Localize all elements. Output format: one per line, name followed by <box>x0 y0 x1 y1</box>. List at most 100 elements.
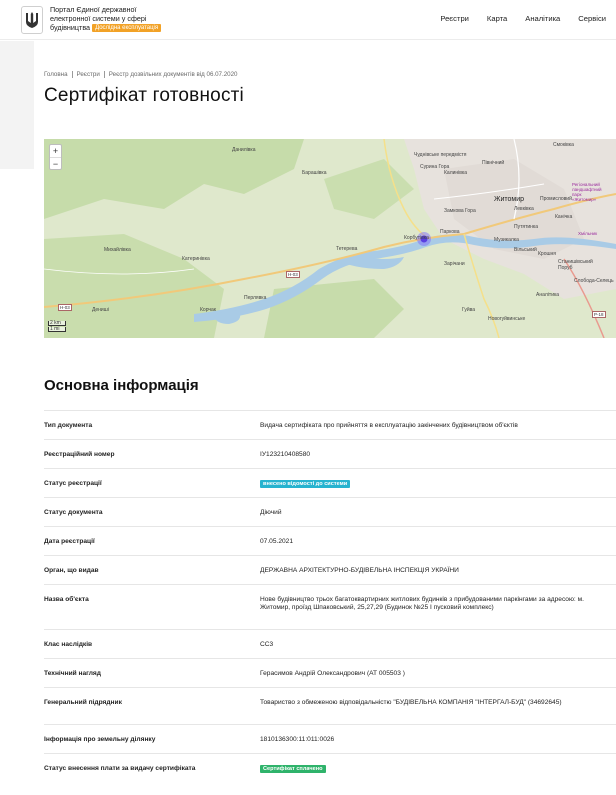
row-value: внесено відомості до системи <box>260 480 590 488</box>
location-map[interactable]: + − 2 km 1 mi Чуднівське передмістя Півн… <box>44 139 616 338</box>
portal-name-line: будівництва <box>50 23 91 32</box>
map-label: Північний <box>482 160 505 166</box>
map-label: Музикалка <box>494 237 519 243</box>
map-label: Путятинка <box>514 224 539 230</box>
map-scale: 2 km 1 mi <box>48 321 66 333</box>
table-row: Дата реєстрації 07.05.2021 <box>44 526 616 555</box>
map-label: Калинівка <box>444 170 468 176</box>
map-canvas <box>44 139 616 338</box>
table-row: Тип документа Видача сертифіката про прий… <box>44 410 616 439</box>
breadcrumb: Головна Реєстри Реєстр дозвільних докуме… <box>44 71 237 78</box>
table-row: Назва об'єкта Нове будівництво трьох бага… <box>44 584 616 629</box>
row-label: Клас наслідків <box>44 641 93 648</box>
zoom-out-button[interactable]: − <box>50 157 61 169</box>
table-row: Статус документа Діючий <box>44 497 616 526</box>
road-shield: P-18 <box>592 311 606 318</box>
map-label: Левківка <box>514 206 534 212</box>
page-title: Сертифікат готовності <box>44 85 244 106</box>
map-label: Канічка <box>555 214 573 220</box>
main-nav: Реєстри Карта Аналітика Сервіси <box>422 14 606 23</box>
row-value: ДЕРЖАВНА АРХІТЕКТУРНО-БУДІВЕЛЬНА ІНСПЕКЦ… <box>260 567 459 574</box>
section-title: Основна інформація <box>44 377 199 394</box>
map-label-park: Хмільник <box>578 231 598 236</box>
map-label: Станишівський Поруб <box>558 259 593 271</box>
row-label: Назва об'єкта <box>44 596 89 603</box>
table-row: Реєстраційний номер IУ123210408580 <box>44 439 616 468</box>
row-label: Технічний нагляд <box>44 670 101 677</box>
breadcrumb-home[interactable]: Головна <box>44 71 68 78</box>
row-value: Видача сертифіката про прийняття в експл… <box>260 422 518 429</box>
map-label: Дениші <box>92 307 109 313</box>
nav-registries[interactable]: Реєстри <box>440 14 469 23</box>
road-shield: H-03 <box>286 271 300 278</box>
map-label: Михайлівка <box>104 247 131 253</box>
map-label: Смоківка <box>553 142 574 148</box>
map-label: Барашівка <box>302 170 327 176</box>
row-value: 1810136300:11:011:0026 <box>260 736 335 743</box>
row-label: Статус внесення плати за видачу сертифік… <box>44 765 196 772</box>
map-label: Крошня <box>538 251 556 257</box>
map-label: Замкова Гора <box>444 208 476 214</box>
status-badge: внесено відомості до системи <box>260 480 351 488</box>
nav-analytics[interactable]: Аналітика <box>525 14 560 23</box>
map-label: Слобода-Селець <box>574 278 614 284</box>
scale-mi: 1 mi <box>48 327 66 332</box>
row-label: Тип документа <box>44 422 93 429</box>
breadcrumb-separator <box>71 71 73 78</box>
map-label: Вільський <box>514 247 537 253</box>
nav-map[interactable]: Карта <box>487 14 507 23</box>
map-label-city: Житомир <box>494 196 525 203</box>
site-header: Портал Єдиної державної електронної сист… <box>0 0 616 40</box>
map-label: Гуйва <box>462 307 476 313</box>
table-row: Технічний нагляд Герасимов Андрій Олексан… <box>44 658 616 687</box>
map-label: Тетерева <box>336 246 358 252</box>
portal-name-line: Портал Єдиної державної <box>50 5 137 14</box>
portal-name-line: електронної системи у сфері <box>50 14 147 23</box>
row-value: IУ123210408580 <box>260 451 311 458</box>
breadcrumb-registries[interactable]: Реєстри <box>77 71 100 78</box>
row-label: Статус реєстрації <box>44 480 102 487</box>
map-label: Чуднівське передмістя <box>414 152 467 158</box>
row-value: Нове будівництво трьох багатоквартирних … <box>260 596 584 611</box>
row-label: Інформація про земельну ділянку <box>44 736 156 743</box>
map-label: Паркова <box>440 229 460 235</box>
row-value: Товариство з обмеженою відповідальністю … <box>260 699 562 706</box>
table-row: Статус внесення плати за видачу сертифік… <box>44 753 616 783</box>
zoom-control: + − <box>49 144 62 170</box>
row-value: Сертифікат сплачено <box>260 765 590 773</box>
breadcrumb-current: Реєстр дозвільних документів від 06.07.2… <box>108 71 238 78</box>
table-row: Клас наслідків СС3 <box>44 629 616 658</box>
nav-services[interactable]: Сервіси <box>578 14 606 23</box>
trident-icon <box>26 12 38 28</box>
row-label: Реєстраційний номер <box>44 451 115 458</box>
beta-badge: Дослідна експлуатація <box>92 24 162 33</box>
row-value: Герасимов Андрій Олександрович (АТ 00550… <box>260 670 405 677</box>
map-label: Новогуйвинське <box>488 316 526 322</box>
map-label: Перлявка <box>244 295 267 301</box>
portal-name[interactable]: Портал Єдиної державної електронної сист… <box>50 5 180 33</box>
table-row: Статус реєстрації внесено відомості до си… <box>44 468 616 497</box>
table-row: Інформація про земельну ділянку 181013630… <box>44 724 616 753</box>
row-value: 07.05.2021 <box>260 538 294 545</box>
zoom-in-button[interactable]: + <box>50 145 61 157</box>
row-label: Дата реєстрації <box>44 538 95 545</box>
map-label-park: Регіональний ландшафтний парк «Житомир» <box>572 182 602 202</box>
map-label: Корчак <box>200 307 216 313</box>
row-label: Орган, що видав <box>44 567 99 574</box>
status-badge: Сертифікат сплачено <box>260 765 326 773</box>
map-label: Данилівка <box>232 147 256 153</box>
map-label: Зарічани <box>444 261 465 267</box>
coat-of-arms-logo[interactable] <box>21 6 43 34</box>
map-label: Катеринівка <box>182 256 210 262</box>
breadcrumb-separator <box>103 71 105 78</box>
row-label: Генеральний підрядник <box>44 699 122 706</box>
road-shield: H-03 <box>58 304 72 311</box>
info-table: Тип документа Видача сертифіката про прий… <box>44 410 616 783</box>
map-label: Промисловий <box>540 196 572 202</box>
row-value: Діючий <box>260 509 282 516</box>
row-value: СС3 <box>260 641 274 648</box>
map-label: Аналітика <box>536 292 560 298</box>
table-row: Орган, що видав ДЕРЖАВНА АРХІТЕКТУРНО-БУД… <box>44 555 616 584</box>
row-label: Статус документа <box>44 509 103 516</box>
map-label: Корбутівка <box>404 235 429 241</box>
